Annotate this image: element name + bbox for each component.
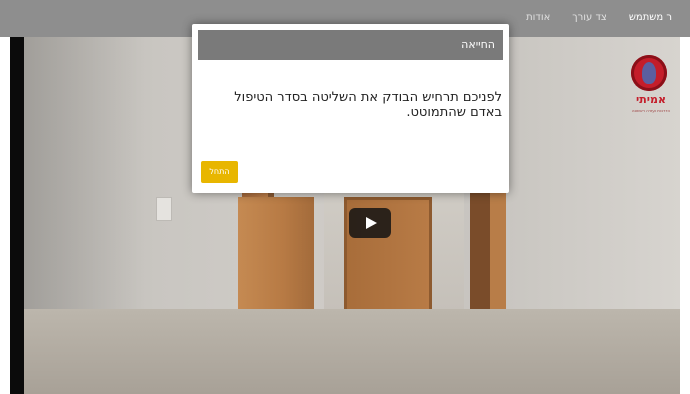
dialog-message: לפניכם תרחיש הבודק את השליטה בסדר הטיפול… [234, 90, 502, 120]
logo-emblem-icon [631, 55, 667, 91]
nav-item-user[interactable]: ר משתמש [629, 12, 672, 23]
dialog-header: החייאה [198, 30, 503, 60]
dialog-title: החייאה [461, 38, 495, 51]
light-switch [156, 197, 172, 221]
brand-logo: אמיתי הדרכות ועזרה ראשונה [623, 55, 679, 119]
logo-name: אמיתי [636, 93, 666, 106]
nav-item-about[interactable]: אודות [526, 12, 550, 23]
nav-menu: ר משתמש צד עורך אודות [526, 12, 672, 23]
floor [24, 309, 680, 394]
start-button[interactable]: התחל [201, 161, 238, 183]
logo-tagline: הדרכות ועזרה ראשונה [631, 108, 671, 113]
nav-item-editor[interactable]: צד עורך [572, 12, 607, 23]
play-icon[interactable] [349, 208, 391, 238]
scenario-dialog: החייאה לפניכם תרחיש הבודק את השליטה בסדר… [192, 24, 509, 193]
